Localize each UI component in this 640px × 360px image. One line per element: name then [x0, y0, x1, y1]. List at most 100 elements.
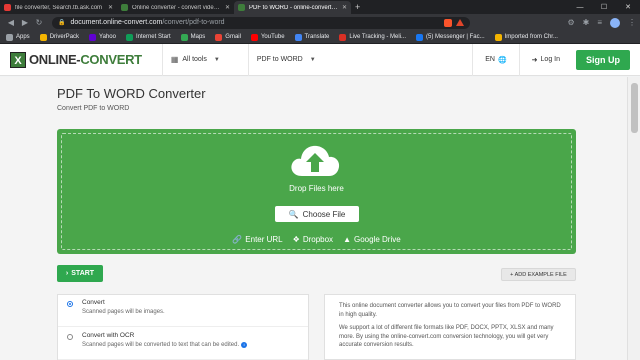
browser-tab[interactable]: file converter, Search.tb.ask.com ✕ [0, 1, 117, 14]
bookmark-apps[interactable]: Apps [6, 33, 30, 41]
tab-title: PDF to WORD - online-convert.com [249, 4, 339, 11]
login-label: Log In [540, 56, 560, 63]
brave-shield-icon[interactable] [444, 18, 452, 27]
browser-tab-strip: file converter, Search.tb.ask.com ✕ Onli… [0, 0, 640, 14]
back-icon[interactable]: ◀ [4, 18, 18, 27]
bookmark-translate[interactable]: Translate [294, 33, 329, 41]
google-drive-icon: ▲ [343, 235, 351, 244]
folder-icon [494, 33, 502, 41]
file-dropzone[interactable]: Drop Files here 🔍 Choose File 🔗 Enter URL… [57, 129, 576, 254]
radio-button[interactable] [67, 334, 73, 340]
conversion-options: Convert Scanned pages will be images. Co… [57, 294, 309, 360]
window-controls: — ☐ ✕ [568, 0, 640, 14]
option-convert[interactable]: Convert Scanned pages will be images. [58, 295, 308, 327]
choose-file-button[interactable]: 🔍 Choose File [275, 206, 359, 222]
minimize-icon[interactable]: — [568, 4, 592, 11]
browser-tab[interactable]: Online converter - convert video, imag ✕ [117, 1, 234, 14]
bookmark-messenger[interactable]: (5) Messenger | Fac... [416, 33, 485, 41]
chevron-right-icon: › [65, 270, 69, 277]
address-toolbar: ◀ ▶ ↻ 🔒 document.online-convert.com/conv… [0, 14, 640, 31]
facebook-icon [416, 33, 424, 41]
page-scrollbar[interactable] [627, 77, 640, 360]
chevron-down-icon: ▼ [213, 56, 220, 63]
bookmark-driverpack[interactable]: DriverPack [39, 33, 79, 41]
login-icon: ➜ [531, 56, 538, 64]
internet-start-icon [125, 33, 133, 41]
converter-menu[interactable]: PDF to WORD ▼ [247, 43, 324, 76]
bookmark-gmail[interactable]: Gmail [215, 33, 241, 41]
info-icon[interactable]: i [241, 342, 248, 348]
upload-sources: 🔗 Enter URL ❖ Dropbox ▲ Google Drive [62, 235, 571, 244]
reading-list-icon[interactable]: ≡ [597, 18, 602, 27]
bookmark-imported-folder[interactable]: Imported from Chr... [494, 33, 558, 41]
bookmark-yahoo[interactable]: Yahoo [89, 33, 116, 41]
grid-icon: ▦ [170, 55, 179, 64]
tab-title: file converter, Search.tb.ask.com [15, 4, 103, 11]
close-icon[interactable]: ✕ [342, 4, 347, 11]
bookmark-maps[interactable]: Maps [180, 33, 205, 41]
dropbox-icon: ❖ [292, 235, 300, 244]
tab-favicon-icon [4, 4, 11, 11]
scrollbar-thumb[interactable] [631, 83, 638, 133]
yahoo-icon [89, 33, 97, 41]
page-title: PDF To WORD Converter [57, 86, 206, 101]
all-tools-menu[interactable]: ▦ All tools ▼ [161, 43, 228, 76]
bookmark-live-tracking[interactable]: Live Tracking - Meli... [339, 33, 406, 41]
option-convert-ocr[interactable]: Convert with OCR Scanned pages will be c… [58, 328, 308, 360]
google-drive-link[interactable]: ▲ Google Drive [343, 235, 401, 244]
choose-file-label: Choose File [302, 209, 346, 219]
globe-icon: 🌐 [497, 56, 507, 64]
settings-icon[interactable]: ⚙ [567, 18, 574, 27]
menu-icon[interactable]: ⋮ [628, 18, 636, 27]
description-paragraph: We support a lot of different file forma… [339, 325, 554, 348]
cloud-upload-icon [291, 145, 340, 176]
description-box: This online document converter allows yo… [324, 294, 576, 360]
add-example-file-button[interactable]: + ADD EXAMPLE FILE [501, 268, 576, 281]
tab-favicon-icon [121, 4, 128, 11]
radio-button[interactable] [67, 301, 73, 307]
page-content: PDF To WORD Converter Convert PDF to WOR… [0, 77, 627, 360]
translate-icon [294, 33, 302, 41]
bookmark-internet-start[interactable]: Internet Start [125, 33, 171, 41]
close-icon[interactable]: ✕ [225, 4, 230, 11]
bookmark-youtube[interactable]: YouTube [250, 33, 285, 41]
extensions-icon[interactable]: ✱ [583, 18, 590, 27]
converter-menu-label: PDF to WORD [256, 56, 303, 63]
new-tab-button[interactable]: + [355, 1, 360, 14]
site-header: X ONLINE-CONVERT ▦ All tools ▼ PDF to WO… [0, 43, 640, 76]
tab-title: Online converter - convert video, imag [132, 4, 222, 11]
start-button[interactable]: › START [57, 265, 103, 282]
driverpack-icon [39, 33, 47, 41]
lock-icon: 🔒 [58, 20, 66, 26]
login-link[interactable]: ➜ Log In [518, 43, 572, 76]
url-domain: document.online-convert.com [70, 19, 163, 26]
maximize-icon[interactable]: ☐ [592, 3, 616, 11]
logo-icon: X [10, 51, 26, 68]
link-icon: 🔗 [232, 235, 243, 244]
live-tracking-icon [339, 33, 347, 41]
option-title: Convert with OCR [82, 332, 135, 339]
site-logo[interactable]: X ONLINE-CONVERT [10, 51, 142, 68]
signup-button[interactable]: Sign Up [576, 49, 630, 70]
url-path: /convert/pdf-to-word [162, 19, 225, 26]
all-tools-label: All tools [182, 56, 207, 63]
forward-icon[interactable]: ▶ [18, 18, 32, 27]
gmail-icon [215, 33, 223, 41]
brave-rewards-icon[interactable] [456, 19, 464, 26]
close-window-icon[interactable]: ✕ [616, 3, 640, 11]
drop-files-text: Drop Files here [289, 184, 344, 193]
enter-url-link[interactable]: 🔗 Enter URL [232, 235, 282, 244]
option-description: Scanned pages will be converted to text … [82, 342, 308, 348]
logo-text: ONLINE-CONVERT [29, 52, 142, 67]
language-label: EN [485, 56, 495, 63]
browser-tab-active[interactable]: PDF to WORD - online-convert.com ✕ [234, 1, 351, 14]
close-icon[interactable]: ✕ [108, 4, 113, 11]
dropbox-link[interactable]: ❖ Dropbox [293, 235, 333, 244]
apps-icon [6, 33, 13, 41]
language-selector[interactable]: EN 🌐 [472, 43, 518, 76]
profile-avatar[interactable] [610, 17, 620, 28]
url-bar[interactable]: 🔒 document.online-convert.com/convert/pd… [52, 16, 470, 29]
option-title: Convert [82, 299, 105, 306]
page-subtitle: Convert PDF to WORD [57, 105, 130, 112]
reload-icon[interactable]: ↻ [32, 18, 46, 27]
